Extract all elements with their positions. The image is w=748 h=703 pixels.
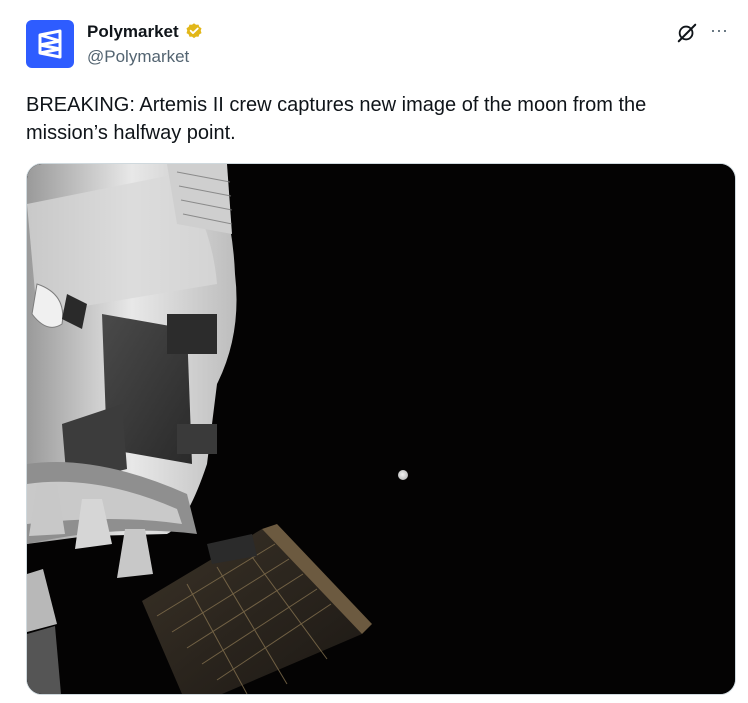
more-icon[interactable]: ··· [710, 20, 728, 40]
tweet-photo[interactable] [26, 163, 736, 695]
grok-icon[interactable] [676, 22, 698, 44]
photo-artemis-moon [27, 164, 735, 694]
tweet-text-line-1: BREAKING: Artemis II crew captures new i… [26, 94, 647, 116]
tweet-text: BREAKING: Artemis II crew captures new i… [26, 91, 726, 147]
author-name-row[interactable]: Polymarket [87, 21, 204, 43]
polymarket-logo-icon [38, 29, 62, 59]
author-handle[interactable]: @Polymarket [87, 46, 189, 68]
tweet-text-line-2: mission’s halfway point. [26, 122, 236, 144]
verified-badge-icon [186, 23, 202, 39]
tweet: Polymarket @Polymarket ··· BREAKING: Art… [0, 0, 748, 703]
author-name[interactable]: Polymarket [87, 21, 179, 43]
avatar[interactable] [26, 20, 74, 68]
moon [398, 470, 408, 480]
